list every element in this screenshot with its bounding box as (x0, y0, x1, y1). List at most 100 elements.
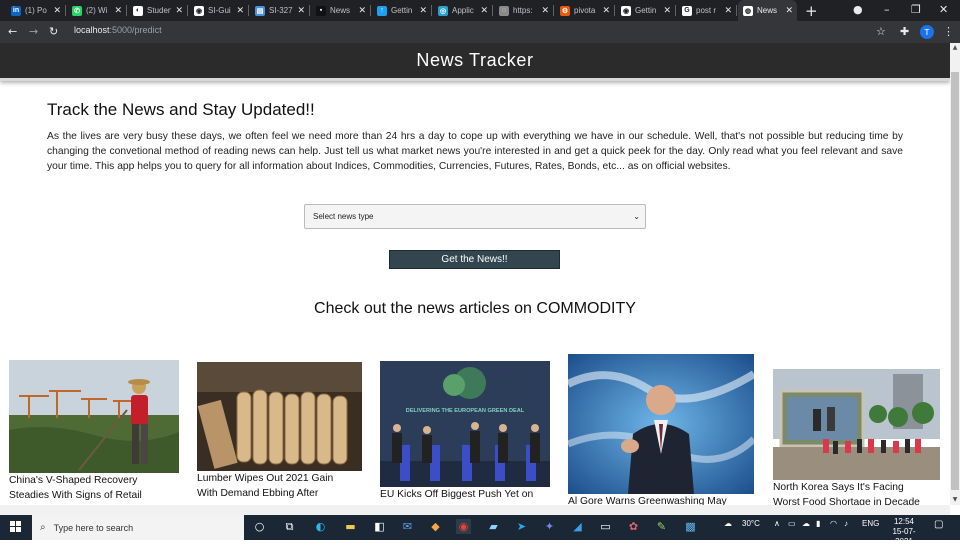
vertical-scrollbar-thumb[interactable] (951, 72, 959, 490)
browser-tab[interactable]: ◉ SI-Gui ✕ (189, 0, 248, 21)
tab-close-icon[interactable]: ✕ (358, 5, 366, 16)
article-caption[interactable]: China's V-Shaped Recovery Steadies With … (9, 473, 184, 503)
task-view-icon[interactable]: ⧉ (282, 519, 297, 534)
tab-close-icon[interactable]: ✕ (419, 5, 427, 16)
browser-tab[interactable]: ◉ Gettin ✕ (616, 0, 675, 21)
browser-tab[interactable]: ◍ News ✕ (738, 0, 797, 21)
notes-icon[interactable]: ▰ (486, 519, 501, 534)
terminal-icon[interactable]: ▭ (598, 519, 613, 534)
browser-tab[interactable]: ↑ Gettin ✕ (372, 0, 431, 21)
tab-close-icon[interactable]: ✕ (114, 5, 122, 16)
get-news-button[interactable]: Get the News!! (389, 250, 560, 269)
forward-icon[interactable]: → (29, 25, 38, 38)
browser-menu-icon[interactable]: ⋮ (943, 25, 954, 38)
address-bar[interactable]: localhost:5000/predict (74, 25, 162, 35)
volume-icon[interactable]: ♪ (844, 519, 848, 528)
article-image[interactable] (9, 360, 179, 473)
tab-favicon-icon: ↑ (377, 5, 387, 16)
file-explorer-icon[interactable]: ▬ (343, 519, 358, 534)
notifications-icon[interactable]: ▢ (934, 519, 943, 530)
tab-close-icon[interactable]: ✕ (663, 5, 671, 16)
url-host: localhost (74, 25, 110, 35)
tab-close-icon[interactable]: ✕ (724, 5, 732, 16)
browser-tab[interactable]: ▤ SI-327 ✕ (250, 0, 309, 21)
edge-icon[interactable]: ◐ (313, 519, 328, 534)
tab-favicon-icon: ◉ (194, 5, 204, 16)
tab-close-icon[interactable]: ✕ (541, 5, 549, 16)
teams-icon[interactable]: ✦ (542, 519, 557, 534)
browser-tab[interactable]: ▪ News ✕ (311, 0, 370, 21)
tab-favicon-icon: ▤ (255, 5, 265, 16)
taskbar-search-input[interactable]: ⌕ Type here to search (32, 515, 244, 540)
article-image[interactable] (197, 362, 362, 471)
tab-favicon-icon: ◍ (743, 5, 753, 16)
bookmark-star-icon[interactable]: ☆ (876, 25, 886, 38)
store-icon[interactable]: ◧ (372, 519, 387, 534)
tab-title: Studen (147, 6, 171, 15)
cloud-icon[interactable]: ☁ (802, 519, 810, 528)
clock[interactable]: 12:54 15-07-2021 (888, 517, 920, 547)
wifi-icon[interactable]: ◠ (830, 519, 837, 528)
network-icon[interactable]: ▭ (788, 519, 796, 528)
article-image[interactable] (773, 369, 940, 480)
tab-close-icon[interactable]: ✕ (480, 5, 488, 16)
back-icon[interactable]: ← (8, 25, 17, 38)
article-image[interactable]: DELIVERING THE EUROPEAN GREEN DEAL (380, 361, 550, 487)
article-caption-line: China's V-Shaped Recovery (9, 475, 138, 486)
close-window-button[interactable]: ✕ (939, 3, 948, 16)
article-caption[interactable]: EU Kicks Off Biggest Push Yet on (380, 487, 555, 502)
article-caption-line: Worst Food Shortage in Decade (773, 497, 920, 505)
article-caption[interactable]: Al Gore Warns Greenwashing May (568, 494, 754, 505)
new-tab-button[interactable]: + (805, 2, 818, 20)
browser-tab[interactable]: Gpost r ✕ (677, 0, 736, 21)
tab-close-icon[interactable]: ✕ (602, 5, 610, 16)
extensions-icon[interactable]: ✚ (900, 25, 909, 38)
temperature-label[interactable]: 30°C (742, 519, 760, 528)
pinned-app-icon[interactable]: ◆ (428, 519, 443, 534)
chrome-icon[interactable]: ◉ (456, 519, 471, 534)
browser-tab[interactable]: in (1) Po ✕ (6, 0, 65, 21)
utility-icon[interactable]: ✎ (654, 519, 669, 534)
cortana-icon[interactable]: ○ (252, 519, 267, 534)
minimize-button[interactable]: – (884, 3, 890, 16)
battery-icon[interactable]: ▮ (816, 519, 820, 528)
photos-icon[interactable]: ▩ (683, 519, 698, 534)
article-caption[interactable]: Lumber Wipes Out 2021 Gain With Demand E… (197, 471, 362, 501)
tab-separator (431, 5, 432, 16)
tab-close-icon[interactable]: ✕ (785, 5, 793, 16)
show-hidden-icons-icon[interactable]: ∧ (774, 519, 780, 528)
paint-icon[interactable]: ✿ (626, 519, 641, 534)
browser-tab[interactable]: ⚙ pivota ✕ (555, 0, 614, 21)
tab-search-icon[interactable]: ● (853, 3, 863, 16)
tab-separator (736, 5, 737, 16)
telegram-icon[interactable]: ➤ (514, 519, 529, 534)
tab-close-icon[interactable]: ✕ (297, 5, 305, 16)
tab-close-icon[interactable]: ✕ (236, 5, 244, 16)
vscode-icon[interactable]: ◢ (570, 519, 585, 534)
browser-tab[interactable]: ◐ Studen ✕ (128, 0, 187, 21)
profile-avatar[interactable]: T (920, 25, 934, 39)
article-image[interactable] (568, 354, 754, 494)
tab-title: News (757, 6, 778, 15)
maximize-button[interactable]: ❐ (911, 3, 921, 16)
article-caption-line: North Korea Says It's Facing (773, 482, 904, 493)
tab-close-icon[interactable]: ✕ (53, 5, 61, 16)
mail-icon[interactable]: ✉ (400, 519, 415, 534)
scroll-up-arrow-icon[interactable]: ▲ (950, 44, 960, 51)
horizontal-scrollbar[interactable] (0, 505, 950, 515)
reload-icon[interactable]: ↻ (49, 25, 58, 38)
tab-title: post r (696, 6, 717, 15)
browser-tab[interactable]: ✆ (2) Wi ✕ (67, 0, 126, 21)
language-indicator[interactable]: ENG (862, 519, 879, 528)
tab-close-icon[interactable]: ✕ (175, 5, 183, 16)
weather-icon[interactable]: ☁ (724, 519, 732, 528)
browser-tab[interactable]: ◎ Applic ✕ (433, 0, 492, 21)
browser-tab[interactable]: ◌ https: ✕ (494, 0, 553, 21)
tab-title: https: (513, 6, 533, 15)
search-icon: ⌕ (40, 522, 46, 533)
news-type-select[interactable]: Select news type ⌄ (304, 204, 646, 229)
windows-start-icon[interactable] (8, 519, 23, 534)
url-path: :5000/predict (109, 25, 162, 35)
scroll-down-arrow-icon[interactable]: ▼ (950, 496, 960, 503)
article-caption[interactable]: North Korea Says It's Facing Worst Food … (773, 480, 943, 505)
